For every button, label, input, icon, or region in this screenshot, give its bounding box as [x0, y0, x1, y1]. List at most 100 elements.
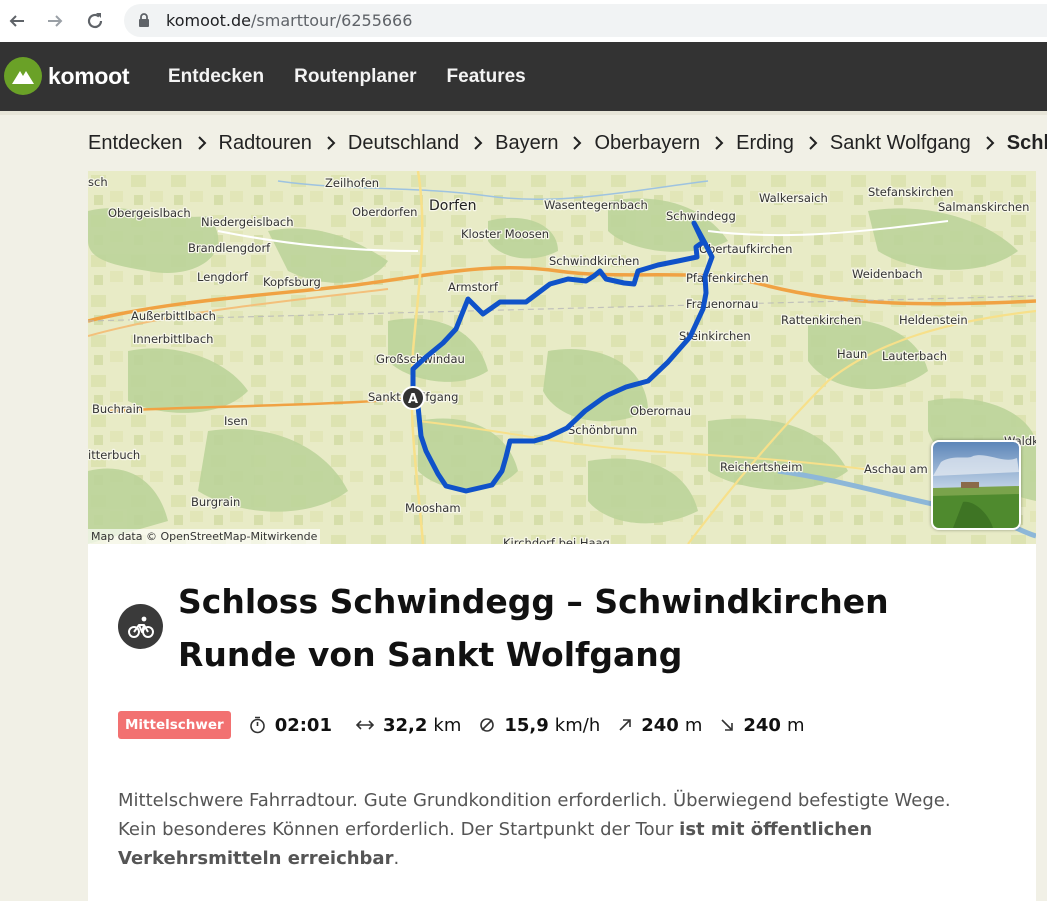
ascent-arrow-icon: [618, 718, 632, 732]
place-label: Niedergeislbach: [201, 215, 294, 229]
place-label: Lengdorf: [197, 270, 249, 284]
place-label: Außerbittlbach: [131, 309, 216, 323]
place-label: Kirchdorf bei Haag: [503, 536, 610, 544]
place-label: Stefanskirchen: [868, 185, 954, 199]
start-marker[interactable]: A: [401, 386, 425, 410]
duration-value: 02:01: [274, 714, 332, 736]
tour-photo-thumbnail[interactable]: [931, 440, 1021, 530]
place-label: Oberornau: [630, 404, 691, 418]
place-label: Innerbittlbach: [133, 332, 213, 346]
speed-value: 15,9: [504, 714, 549, 736]
breadcrumb-entdecken[interactable]: Entdecken: [88, 132, 183, 155]
place-label: Pfaffenkirchen: [686, 271, 769, 285]
place-label: Wasentegernbach: [544, 198, 648, 212]
descent-arrow-icon: [720, 718, 734, 732]
breadcrumb-current: Schloss Schwindegg: [1006, 131, 1047, 154]
url-path: /smarttour/6255666: [251, 11, 413, 30]
forward-arrow-icon[interactable]: [42, 8, 68, 34]
browser-toolbar: komoot.de/smarttour/6255666: [0, 0, 1047, 42]
place-label: Rattenkirchen: [781, 313, 861, 327]
chevron-right-icon: [985, 136, 995, 150]
ascent-value: 240: [641, 714, 679, 736]
chevron-right-icon: [714, 136, 724, 150]
place-label: Schönbrunn: [568, 423, 637, 437]
url-text: komoot.de/smarttour/6255666: [166, 11, 412, 30]
place-label: Lauterbach: [882, 349, 947, 363]
distance-unit: km: [433, 714, 462, 736]
ascent-unit: m: [684, 714, 703, 736]
place-label: Dorfen: [429, 198, 477, 214]
logo-text: komoot: [48, 62, 130, 89]
place-label: Schwindegg: [666, 209, 736, 223]
chevron-right-icon: [808, 136, 818, 150]
speed-stat: 15,9 km/h: [479, 715, 600, 736]
distance-stat: 32,2 km: [355, 714, 462, 736]
start-marker-label: A: [408, 392, 418, 407]
chevron-right-icon: [473, 136, 483, 150]
komoot-logo-icon: [4, 57, 42, 95]
distance-arrows-icon: [355, 719, 374, 731]
main-nav: Entdecken Routenplaner Features: [168, 66, 526, 88]
place-label: Kopfsburg: [263, 275, 321, 289]
header-divider: [0, 111, 1047, 115]
distance-value: 32,2: [382, 714, 428, 736]
map-canvas[interactable]: Dorfen Zeilhofen Obergeislbach Niedergei…: [88, 171, 1036, 544]
description-end: .: [393, 848, 400, 869]
breadcrumb-sankt-wolfgang[interactable]: Sankt Wolfgang: [830, 132, 971, 155]
place-label: Heldenstein: [899, 313, 968, 327]
ascent-stat: 240 m: [618, 715, 702, 736]
place-label: Oberdorfen: [352, 205, 417, 219]
nav-entdecken[interactable]: Entdecken: [168, 66, 264, 88]
chevron-right-icon: [197, 136, 207, 150]
nav-features[interactable]: Features: [447, 66, 526, 88]
breadcrumb-deutschland[interactable]: Deutschland: [348, 132, 459, 155]
place-label: Reichertsheim: [720, 460, 802, 474]
place-label: Frauenornau: [686, 297, 758, 311]
komoot-logo[interactable]: komoot: [4, 57, 130, 95]
place-label: Zeilhofen: [325, 176, 379, 190]
breadcrumb-radtouren[interactable]: Radtouren: [219, 132, 312, 155]
lock-icon: [138, 13, 150, 32]
route-map[interactable]: Dorfen Zeilhofen Obergeislbach Niedergei…: [88, 171, 1036, 544]
place-label: Burgrain: [191, 495, 240, 509]
descent-stat: 240 m: [720, 715, 804, 736]
average-speed-icon: [479, 717, 495, 733]
map-attribution[interactable]: Map data © OpenStreetMap-Mitwirkende: [88, 529, 321, 544]
site-header: komoot Entdecken Routenplaner Features: [0, 42, 1047, 111]
place-label: Brandlengdorf: [188, 241, 271, 255]
place-label: Buchrain: [92, 402, 143, 416]
landscape-photo-icon: [933, 442, 1019, 528]
place-label: Kloster Moosen: [461, 227, 549, 241]
place-label: itterbuch: [88, 448, 140, 462]
nav-routenplaner[interactable]: Routenplaner: [294, 66, 416, 88]
tour-card: Dorfen Zeilhofen Obergeislbach Niedergei…: [88, 171, 1036, 901]
reload-icon[interactable]: [82, 8, 108, 34]
place-label: Armstorf: [448, 280, 499, 294]
place-label: Walkersaich: [759, 191, 828, 205]
descent-unit: m: [786, 714, 805, 736]
place-label: Haun: [837, 347, 867, 361]
breadcrumb: Entdecken Radtouren Deutschland Bayern O…: [88, 130, 1047, 156]
breadcrumb-bayern[interactable]: Bayern: [495, 132, 558, 155]
place-label: Weidenbach: [852, 267, 923, 281]
url-domain: komoot.de: [166, 11, 252, 30]
tour-description: Mittelschwere Fahrradtour. Gute Grundkon…: [118, 786, 988, 873]
difficulty-badge: Mittelschwer: [118, 711, 231, 739]
tour-stats: Mittelschwer 02:01 32,2 km 15,9 km/h 240…: [118, 710, 804, 740]
duration-stat: 02:01: [249, 715, 338, 736]
place-label: sch: [88, 175, 108, 189]
address-bar[interactable]: komoot.de/smarttour/6255666: [124, 4, 1047, 37]
back-arrow-icon[interactable]: [4, 8, 30, 34]
bike-icon: [118, 604, 163, 649]
tour-title: Schloss Schwindegg – Schwindkirchen Rund…: [178, 582, 889, 674]
place-label: Schwindkirchen: [549, 254, 639, 268]
breadcrumb-oberbayern[interactable]: Oberbayern: [594, 132, 700, 155]
breadcrumb-erding[interactable]: Erding: [736, 132, 794, 155]
descent-value: 240: [743, 714, 781, 736]
place-label: Obergeislbach: [108, 206, 191, 220]
place-label: Isen: [224, 414, 248, 428]
stopwatch-icon: [249, 716, 266, 734]
speed-unit: km/h: [554, 714, 601, 736]
place-label: Moosham: [405, 501, 461, 515]
chevron-right-icon: [326, 136, 336, 150]
